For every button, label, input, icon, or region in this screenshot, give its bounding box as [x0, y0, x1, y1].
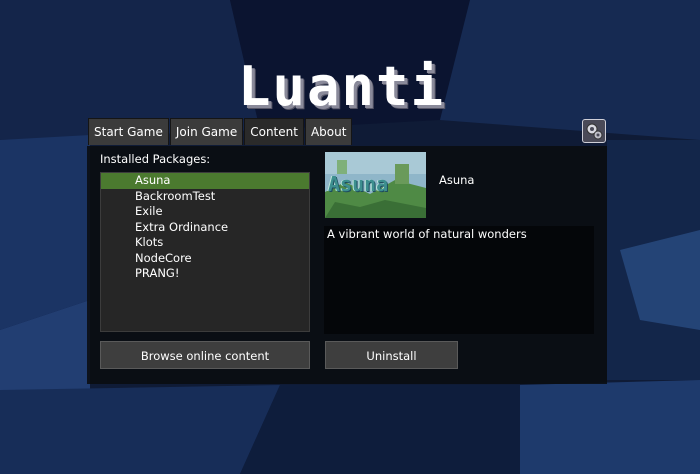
installed-packages-label: Installed Packages: [100, 152, 211, 166]
list-item[interactable]: PRANG! [101, 266, 309, 282]
tab-start-game[interactable]: Start Game [88, 118, 169, 145]
list-item[interactable]: NodeCore [101, 251, 309, 267]
list-item[interactable]: BackroomTest [101, 189, 309, 205]
package-thumbnail: Asuna [325, 152, 426, 218]
main-tabs: Start Game Join Game Content About [88, 118, 353, 146]
tab-content[interactable]: Content [244, 118, 304, 145]
browse-online-content-button[interactable]: Browse online content [100, 341, 310, 369]
thumbnail-title: Asuna [328, 172, 389, 196]
settings-button[interactable] [582, 119, 606, 143]
gears-icon [586, 123, 603, 140]
tab-about[interactable]: About [304, 118, 353, 145]
uninstall-button[interactable]: Uninstall [325, 341, 458, 369]
description-box [324, 226, 594, 334]
list-item[interactable]: Exile [101, 204, 309, 220]
list-item[interactable]: Extra Ordinance [101, 220, 309, 236]
app-logo: Luanti [238, 55, 446, 118]
package-name: Asuna [439, 173, 475, 187]
list-item[interactable]: Asuna [101, 173, 309, 189]
list-item[interactable]: Klots [101, 235, 309, 251]
package-description: A vibrant world of natural wonders [327, 227, 527, 241]
package-list[interactable]: Asuna BackroomTest Exile Extra Ordinance… [100, 172, 310, 332]
tab-join-game[interactable]: Join Game [169, 118, 244, 145]
